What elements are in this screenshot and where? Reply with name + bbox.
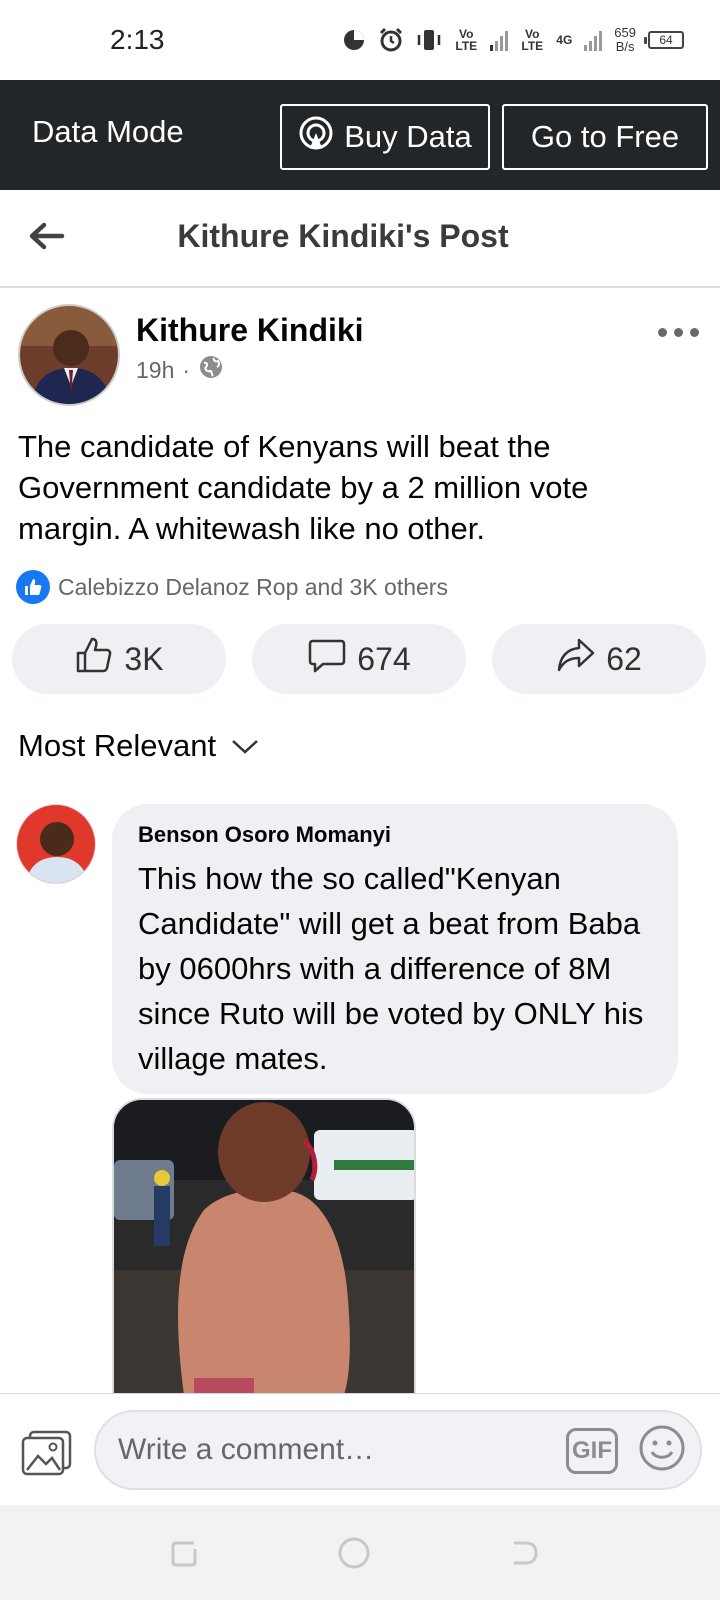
meta-separator: · <box>182 356 191 383</box>
sim2-volte-icon: Vo LTE <box>521 27 544 53</box>
comment-field[interactable]: GIF <box>94 1410 702 1490</box>
like-icon <box>74 635 114 683</box>
commenter-name[interactable]: Benson Osoro Momanyi <box>138 822 391 848</box>
page-title: Kithure Kindiki's Post <box>177 218 509 254</box>
back-nav-icon[interactable] <box>506 1535 542 1571</box>
comment-count: 674 <box>357 640 411 677</box>
author-avatar[interactable] <box>18 304 120 406</box>
reactions-summary[interactable]: Calebizzo Delanoz Rop and 3K others <box>16 570 448 604</box>
like-count: 3K <box>124 640 164 677</box>
chevron-down-icon <box>230 728 260 764</box>
status-icons: Vo LTE Vo LTE 4G 659 B/s 64 <box>342 20 684 60</box>
like-button[interactable]: 3K <box>12 624 226 694</box>
signal-icon-2 <box>584 29 603 51</box>
go-to-free-button[interactable]: Go to Free <box>502 104 708 170</box>
go-to-free-label: Go to Free <box>530 119 680 154</box>
comment-composer: GIF <box>0 1393 720 1505</box>
post-meta: 19h · <box>136 354 224 386</box>
speed-value: 659 <box>614 25 636 40</box>
data-mode-title: Data Mode <box>32 114 184 149</box>
gif-button[interactable]: GIF <box>566 1428 618 1474</box>
like-reaction-icon <box>16 570 50 604</box>
recent-apps-icon[interactable] <box>166 1535 202 1571</box>
photo-picker-icon[interactable] <box>20 1428 74 1478</box>
comment-photo[interactable] <box>112 1098 416 1393</box>
sort-label: Most Relevant <box>18 728 217 763</box>
comment-text: This how the so called"Kenyan Candidate"… <box>138 861 644 1076</box>
data-usage-icon <box>342 28 366 52</box>
buy-data-button[interactable]: Buy Data <box>280 104 490 170</box>
comment-input[interactable] <box>118 1430 538 1470</box>
data-mode-bar: Data Mode Buy Data Go to Free <box>0 80 720 190</box>
network-speed: 659 B/s <box>614 26 636 54</box>
buy-data-label: Buy Data <box>344 119 472 154</box>
globe-icon <box>198 354 224 386</box>
post-text: The candidate of Kenyans will beat the G… <box>18 429 589 546</box>
emoji-icon[interactable] <box>638 1424 686 1472</box>
more-options-icon[interactable] <box>658 328 699 337</box>
share-icon <box>556 635 596 683</box>
status-bar: 2:13 Vo LTE Vo LTE 4G 659 B/s 64 <box>0 0 720 80</box>
vibrate-icon <box>416 28 442 52</box>
comment-bubble: Benson Osoro Momanyi This how the so cal… <box>112 804 678 1094</box>
battery-icon: 64 <box>644 31 684 49</box>
post-time[interactable]: 19h <box>136 357 174 384</box>
system-nav-bar <box>0 1505 720 1600</box>
comment-sort-dropdown[interactable]: Most Relevant <box>18 728 260 764</box>
status-time: 2:13 <box>110 24 165 55</box>
signal-icon <box>490 29 509 51</box>
share-count: 62 <box>606 640 642 677</box>
speed-unit: B/s <box>615 39 635 54</box>
broadcast-icon <box>298 115 334 159</box>
comment-icon <box>307 635 347 683</box>
sim1-volte-icon: Vo LTE <box>455 27 478 53</box>
comment-button[interactable]: 674 <box>252 624 466 694</box>
reactions-text: Calebizzo Delanoz Rop and 3K others <box>58 573 448 600</box>
network-type-icon: 4G <box>556 33 573 47</box>
alarm-icon <box>378 27 404 53</box>
post-author[interactable]: Kithure Kindiki <box>136 312 364 349</box>
share-button[interactable]: 62 <box>492 624 706 694</box>
post-header-bar: Kithure Kindiki's Post <box>0 190 720 288</box>
home-icon[interactable] <box>336 1535 372 1571</box>
commenter-avatar[interactable] <box>16 804 96 884</box>
